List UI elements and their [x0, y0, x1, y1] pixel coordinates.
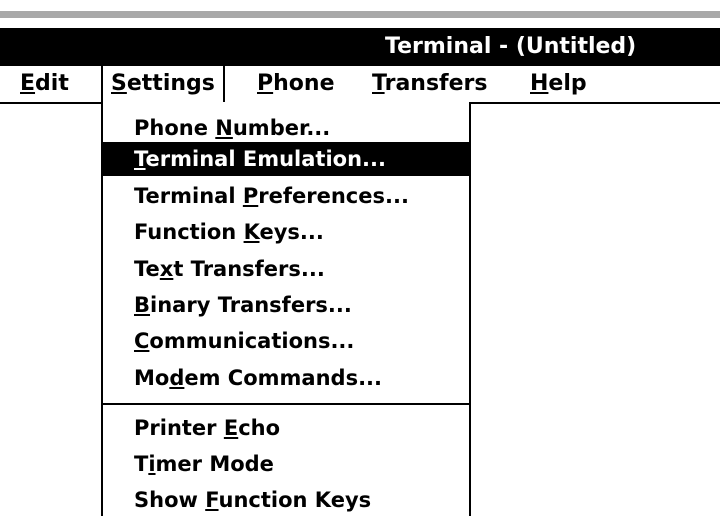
menu-item-show-function-keys[interactable]: Show Function Keys: [103, 483, 469, 516]
item-mnemonic: E: [223, 416, 239, 440]
settings-dropdown-menu: Phone Number... Terminal Emulation... Te…: [101, 102, 471, 516]
menu-item-function-keys[interactable]: Function Keys...: [103, 215, 469, 249]
item-mnemonic: N: [215, 116, 233, 140]
item-label-post: cho: [238, 416, 281, 440]
window-title: Terminal - (Untitled): [385, 34, 637, 59]
menu-item-printer-echo[interactable]: Printer Echo: [103, 411, 469, 445]
item-label-post: erminal Emulation...: [145, 147, 386, 171]
item-label-post: t Transfers...: [173, 257, 325, 281]
menu-mnemonic: P: [257, 71, 274, 96]
menu-mnemonic: H: [530, 71, 549, 96]
item-mnemonic: x: [159, 257, 174, 281]
item-label-post: unction Keys: [218, 488, 372, 512]
item-label-pre: Phone: [134, 116, 216, 140]
title-bar[interactable]: Terminal - (Untitled): [0, 28, 720, 66]
menu-mnemonic: S: [111, 71, 127, 96]
menu-item-phone-number[interactable]: Phone Number...: [103, 111, 469, 145]
item-label-pre: Show: [134, 488, 206, 512]
item-label-pre: Function: [134, 220, 244, 244]
item-label-post: inary Transfers...: [150, 293, 352, 317]
menu-separator: [103, 403, 469, 405]
item-mnemonic: B: [134, 293, 151, 317]
menu-item-binary-transfers[interactable]: Binary Transfers...: [103, 288, 469, 322]
item-mnemonic: i: [148, 452, 156, 476]
item-label-post: references...: [258, 184, 409, 208]
item-mnemonic: d: [169, 366, 185, 390]
menu-item-terminal-emulation[interactable]: Terminal Emulation...: [103, 142, 469, 176]
window-frame-band: [0, 11, 720, 18]
item-mnemonic: C: [134, 329, 150, 353]
item-label-pre: Printer: [134, 416, 224, 440]
menu-bar: Edit Settings Phone Transfers Help: [0, 66, 720, 104]
menu-label-post: ransfers: [384, 71, 488, 96]
menu-phone[interactable]: Phone: [249, 66, 342, 102]
menu-help[interactable]: Help: [522, 66, 595, 102]
menu-label-post: elp: [548, 71, 587, 96]
menu-edit[interactable]: Edit: [12, 66, 77, 102]
item-mnemonic: P: [242, 184, 259, 208]
menu-item-terminal-preferences[interactable]: Terminal Preferences...: [103, 179, 469, 213]
menu-item-communications[interactable]: Communications...: [103, 324, 469, 358]
item-mnemonic: K: [243, 220, 260, 244]
item-label-pre: Mo: [134, 366, 170, 390]
window-top-border: [0, 0, 720, 28]
item-label-post: mer Mode: [155, 452, 274, 476]
menu-label-post: ettings: [126, 71, 215, 96]
menu-mnemonic: E: [20, 71, 36, 96]
menu-item-timer-mode[interactable]: Timer Mode: [103, 447, 469, 481]
menu-transfers[interactable]: Transfers: [364, 66, 495, 102]
menu-item-modem-commands[interactable]: Modem Commands...: [103, 361, 469, 395]
menu-item-text-transfers[interactable]: Text Transfers...: [103, 252, 469, 286]
item-label-post: ommunications...: [149, 329, 355, 353]
item-label-pre: Terminal: [134, 184, 243, 208]
item-label-post: em Commands...: [184, 366, 382, 390]
item-label-post: umber...: [232, 116, 331, 140]
item-label-post: eys...: [259, 220, 324, 244]
item-label-pre: Te: [134, 257, 160, 281]
item-mnemonic: T: [134, 147, 146, 171]
menu-label-post: hone: [273, 71, 335, 96]
menu-mnemonic: T: [372, 71, 385, 96]
menu-settings[interactable]: Settings: [101, 66, 225, 102]
item-mnemonic: F: [205, 488, 219, 512]
menu-label-post: dit: [35, 71, 69, 96]
item-label-pre: T: [134, 452, 149, 476]
